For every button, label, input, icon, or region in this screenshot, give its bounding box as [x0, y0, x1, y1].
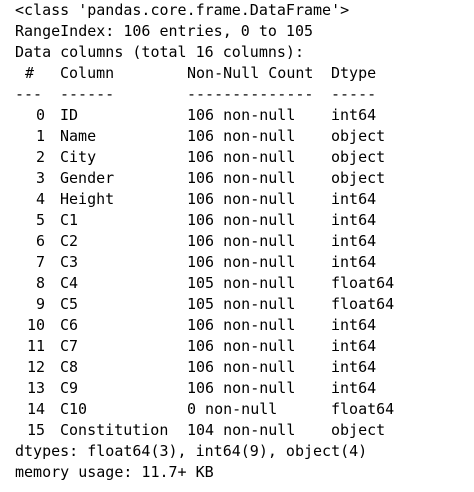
- row-index: 2: [35, 148, 45, 166]
- row-column-name: C2: [60, 232, 79, 250]
- row-non-null-count: 106 non-null: [187, 148, 296, 166]
- row-index: 1: [35, 127, 45, 145]
- header-non-null-count: Non-Null Count: [187, 64, 314, 82]
- row-column-name: C8: [60, 358, 79, 376]
- row-dtype: int64: [331, 253, 377, 271]
- row-column-name: Gender: [60, 169, 115, 187]
- table-row: 8 C4 105 non-null float64: [15, 273, 470, 294]
- row-non-null-count: 106 non-null: [187, 337, 296, 355]
- row-dtype: int64: [331, 211, 377, 229]
- table-row: 3 Gender 106 non-null object: [15, 168, 470, 189]
- row-column-name: Height: [60, 190, 115, 208]
- separator-index: ---: [15, 85, 43, 103]
- row-column-name: C5: [60, 295, 79, 313]
- row-index: 4: [35, 190, 45, 208]
- row-dtype: object: [331, 169, 386, 187]
- row-index: 10: [26, 316, 45, 334]
- table-row: 7 C3 106 non-null int64: [15, 252, 470, 273]
- table-row: 5 C1 106 non-null int64: [15, 210, 470, 231]
- row-index: 5: [35, 211, 45, 229]
- row-column-name: C10: [60, 400, 88, 418]
- row-non-null-count: 106 non-null: [187, 253, 296, 271]
- row-dtype: int64: [331, 232, 377, 250]
- row-column-name: C6: [60, 316, 79, 334]
- row-non-null-count: 106 non-null: [187, 232, 296, 250]
- row-non-null-count: 105 non-null: [187, 295, 296, 313]
- row-non-null-count: 105 non-null: [187, 274, 296, 292]
- row-index: 0: [35, 106, 45, 124]
- header-dtype: Dtype: [331, 64, 377, 82]
- row-dtype: int64: [331, 379, 377, 397]
- row-non-null-count: 106 non-null: [187, 358, 296, 376]
- row-dtype: int64: [331, 190, 377, 208]
- row-non-null-count: 106 non-null: [187, 106, 296, 124]
- table-row: 4 Height 106 non-null int64: [15, 189, 470, 210]
- table-row: 1 Name 106 non-null object: [15, 126, 470, 147]
- row-column-name: C9: [60, 379, 79, 397]
- row-dtype: float64: [331, 295, 395, 313]
- row-index: 11: [26, 337, 45, 355]
- row-non-null-count: 104 non-null: [187, 421, 296, 439]
- column-rows: 0 ID 106 non-null int64 1 Name 106 non-null obj…: [15, 105, 470, 441]
- row-column-name: ID: [60, 106, 79, 124]
- table-row: 2 City 106 non-null object: [15, 147, 470, 168]
- row-column-name: City: [60, 148, 97, 166]
- row-dtype: int64: [331, 106, 377, 124]
- row-index: 14: [26, 400, 45, 418]
- data-columns-line: Data columns (total 16 columns):: [15, 43, 304, 61]
- row-column-name: C3: [60, 253, 79, 271]
- table-row: 14 C10 0 non-null float64: [15, 399, 470, 420]
- row-non-null-count: 106 non-null: [187, 190, 296, 208]
- header-index: #: [25, 64, 35, 82]
- row-non-null-count: 106 non-null: [187, 169, 296, 187]
- separator-dtype: -----: [331, 85, 377, 103]
- row-index: 8: [35, 274, 45, 292]
- table-header: # Column Non-Null Count Dtype: [15, 63, 470, 84]
- separator-column: ------: [60, 85, 115, 103]
- table-row: 6 C2 106 non-null int64: [15, 231, 470, 252]
- row-dtype: object: [331, 127, 386, 145]
- row-index: 13: [26, 379, 45, 397]
- dtypes-line: dtypes: float64(3), int64(9), object(4): [15, 442, 368, 460]
- row-index: 12: [26, 358, 45, 376]
- row-dtype: object: [331, 421, 386, 439]
- row-index: 6: [35, 232, 45, 250]
- row-dtype: int64: [331, 337, 377, 355]
- row-dtype: float64: [331, 274, 395, 292]
- row-non-null-count: 106 non-null: [187, 379, 296, 397]
- row-dtype: int64: [331, 358, 377, 376]
- row-index: 7: [35, 253, 45, 271]
- table-row: 13 C9 106 non-null int64: [15, 378, 470, 399]
- table-separator: --- ------ -------------- -----: [15, 84, 470, 105]
- row-dtype: object: [331, 148, 386, 166]
- row-column-name: C7: [60, 337, 79, 355]
- table-row: 12 C8 106 non-null int64: [15, 357, 470, 378]
- range-index-line: RangeIndex: 106 entries, 0 to 105: [15, 22, 314, 40]
- row-column-name: Constitution: [60, 421, 169, 439]
- row-column-name: Name: [60, 127, 97, 145]
- row-column-name: C1: [60, 211, 79, 229]
- row-non-null-count: 106 non-null: [187, 211, 296, 229]
- dataframe-info-output: <class 'pandas.core.frame.DataFrame'> Ra…: [15, 0, 470, 483]
- row-non-null-count: 0 non-null: [187, 400, 278, 418]
- row-non-null-count: 106 non-null: [187, 316, 296, 334]
- row-index: 15: [26, 421, 45, 439]
- row-index: 9: [35, 295, 45, 313]
- table-row: 9 C5 105 non-null float64: [15, 294, 470, 315]
- table-row: 11 C7 106 non-null int64: [15, 336, 470, 357]
- header-column: Column: [60, 64, 115, 82]
- table-row: 10 C6 106 non-null int64: [15, 315, 470, 336]
- row-dtype: int64: [331, 316, 377, 334]
- table-row: 0 ID 106 non-null int64: [15, 105, 470, 126]
- separator-non-null-count: --------------: [187, 85, 314, 103]
- row-dtype: float64: [331, 400, 395, 418]
- row-non-null-count: 106 non-null: [187, 127, 296, 145]
- class-line: <class 'pandas.core.frame.DataFrame'>: [15, 1, 350, 19]
- row-index: 3: [35, 169, 45, 187]
- row-column-name: C4: [60, 274, 79, 292]
- memory-usage-line: memory usage: 11.7+ KB: [15, 463, 214, 481]
- table-row: 15 Constitution 104 non-null object: [15, 420, 470, 441]
